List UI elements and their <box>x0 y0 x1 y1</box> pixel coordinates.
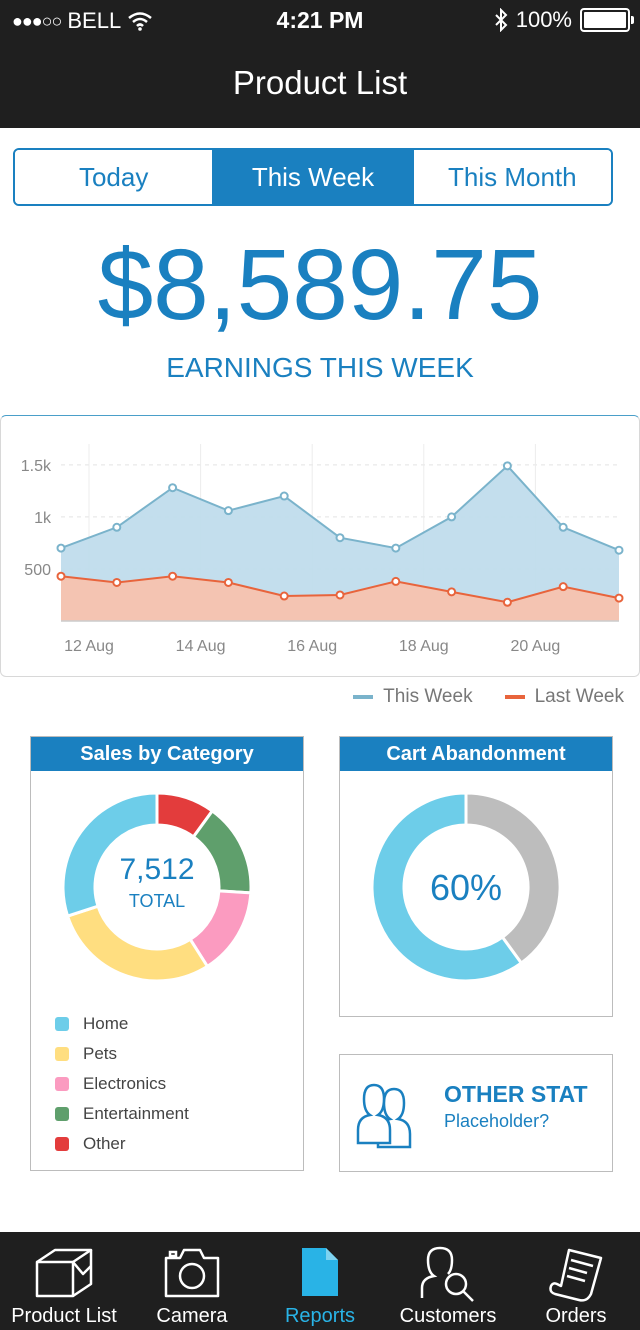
data-point <box>391 576 401 586</box>
category-item-pets: Pets <box>55 1039 189 1069</box>
donut-slice-pets <box>65 904 210 983</box>
data-point <box>335 533 345 543</box>
period-segmented-control: Today This Week This Month <box>13 148 613 206</box>
header: ●●●○○ BELL 4:21 PM 100% Product List <box>0 0 640 128</box>
legend-swatch-last-week <box>504 695 525 699</box>
other-stat-subtitle: Placeholder? <box>444 1111 550 1131</box>
earnings-chart-card: 1.5k 1k 500 12 Aug 14 Aug 16 Aug 18 Aug 20 Aug <box>0 415 640 677</box>
category-swatch-home <box>55 1017 69 1031</box>
camera-icon <box>164 1248 220 1298</box>
data-point <box>223 506 233 516</box>
battery-icon <box>580 8 634 32</box>
data-point <box>56 571 66 581</box>
category-swatch-other <box>55 1137 69 1151</box>
tab-orders[interactable]: Orders <box>512 1232 640 1330</box>
data-point <box>502 461 512 471</box>
data-point <box>112 577 122 587</box>
box-icon <box>35 1248 93 1298</box>
category-label-home: Home <box>83 1014 129 1033</box>
category-item-entertainment: Entertainment <box>55 1099 189 1129</box>
segment-today[interactable]: Today <box>15 150 215 204</box>
data-point <box>502 597 512 607</box>
sales-by-category-panel: Sales by Category 7,512 TOTAL Home Pets … <box>30 736 304 1171</box>
sales-panel-title: Sales by Category <box>31 737 303 771</box>
other-stat-panel[interactable]: OTHER STAT Placeholder? <box>339 1054 613 1172</box>
bottom-tab-bar: Product List Camera Reports Customers Or… <box>0 1232 640 1330</box>
tab-label-customers: Customers <box>399 1305 497 1327</box>
data-point <box>223 577 233 587</box>
tab-label-reports: Reports <box>284 1305 356 1327</box>
legend-swatch-this-week <box>353 695 374 699</box>
data-point <box>279 591 289 601</box>
category-swatch-entertainment <box>55 1107 69 1121</box>
document-icon <box>302 1248 338 1296</box>
data-point <box>168 571 178 581</box>
category-legend: Home Pets Electronics Entertainment Othe… <box>55 1009 189 1159</box>
data-point <box>279 491 289 501</box>
legend-item-this-week: This Week <box>353 686 473 708</box>
other-stat-title: OTHER STAT <box>444 1081 588 1107</box>
data-point <box>335 590 345 600</box>
x-tick-label: 18 Aug <box>399 638 449 655</box>
data-point <box>614 593 624 603</box>
page-title: Product List <box>232 64 408 101</box>
cart-panel-title: Cart Abandonment <box>340 737 612 771</box>
cart-abandonment-panel: Cart Abandonment 60% <box>339 736 613 1017</box>
category-label-pets: Pets <box>83 1044 118 1063</box>
data-point <box>558 522 568 532</box>
data-point <box>56 543 66 553</box>
category-swatch-electronics <box>55 1077 69 1091</box>
sales-total-value: 7,512 <box>119 853 195 886</box>
status-bar: ●●●○○ BELL 4:21 PM 100% <box>0 0 640 40</box>
tab-label-product-list: Product List <box>11 1305 117 1327</box>
earnings-value: $8,589.75 <box>97 229 543 341</box>
battery-percent: 100% <box>515 7 572 32</box>
category-label-other: Other <box>83 1134 126 1153</box>
earnings-area-chart: 1.5k 1k 500 12 Aug 14 Aug 16 Aug 18 Aug 20 Aug <box>21 444 624 655</box>
data-point <box>112 522 122 532</box>
category-item-other: Other <box>55 1129 189 1159</box>
tab-customers[interactable]: Customers <box>384 1232 512 1330</box>
category-item-electronics: Electronics <box>55 1069 189 1099</box>
tab-label-camera: Camera <box>156 1305 228 1327</box>
x-tick-label: 14 Aug <box>176 638 226 655</box>
customer-search-icon <box>420 1246 474 1302</box>
legend-label-this-week: This Week <box>383 686 473 707</box>
chart-legend: This Week Last Week <box>353 686 624 708</box>
receipt-icon <box>549 1248 603 1302</box>
y-tick-label: 500 <box>24 562 51 579</box>
x-tick-label: 20 Aug <box>510 638 560 655</box>
data-point <box>391 543 401 553</box>
category-swatch-pets <box>55 1047 69 1061</box>
category-label-electronics: Electronics <box>83 1074 167 1093</box>
segment-this-week[interactable]: This Week <box>214 150 414 204</box>
users-icon <box>356 1083 412 1149</box>
tab-product-list[interactable]: Product List <box>0 1232 128 1330</box>
cart-percent-value: 60% <box>429 867 503 908</box>
legend-item-last-week: Last Week <box>504 686 624 708</box>
category-label-entertainment: Entertainment <box>83 1104 189 1123</box>
y-tick-label: 1.5k <box>21 458 52 475</box>
earnings-label: EARNINGS THIS WEEK <box>166 352 474 383</box>
x-tick-label: 12 Aug <box>64 638 114 655</box>
bluetooth-icon <box>495 8 508 32</box>
tab-label-orders: Orders <box>545 1305 607 1327</box>
category-item-home: Home <box>55 1009 189 1039</box>
x-tick-label: 16 Aug <box>287 638 337 655</box>
segment-this-month[interactable]: This Month <box>413 150 611 204</box>
tab-reports[interactable]: Reports <box>256 1232 384 1330</box>
data-point <box>558 582 568 592</box>
data-point <box>168 483 178 493</box>
data-point <box>614 545 624 555</box>
y-tick-label: 1k <box>34 510 52 527</box>
sales-total-label: TOTAL <box>128 891 186 911</box>
data-point <box>447 587 457 597</box>
data-point <box>447 512 457 522</box>
tab-camera[interactable]: Camera <box>128 1232 256 1330</box>
legend-label-last-week: Last Week <box>534 686 624 707</box>
